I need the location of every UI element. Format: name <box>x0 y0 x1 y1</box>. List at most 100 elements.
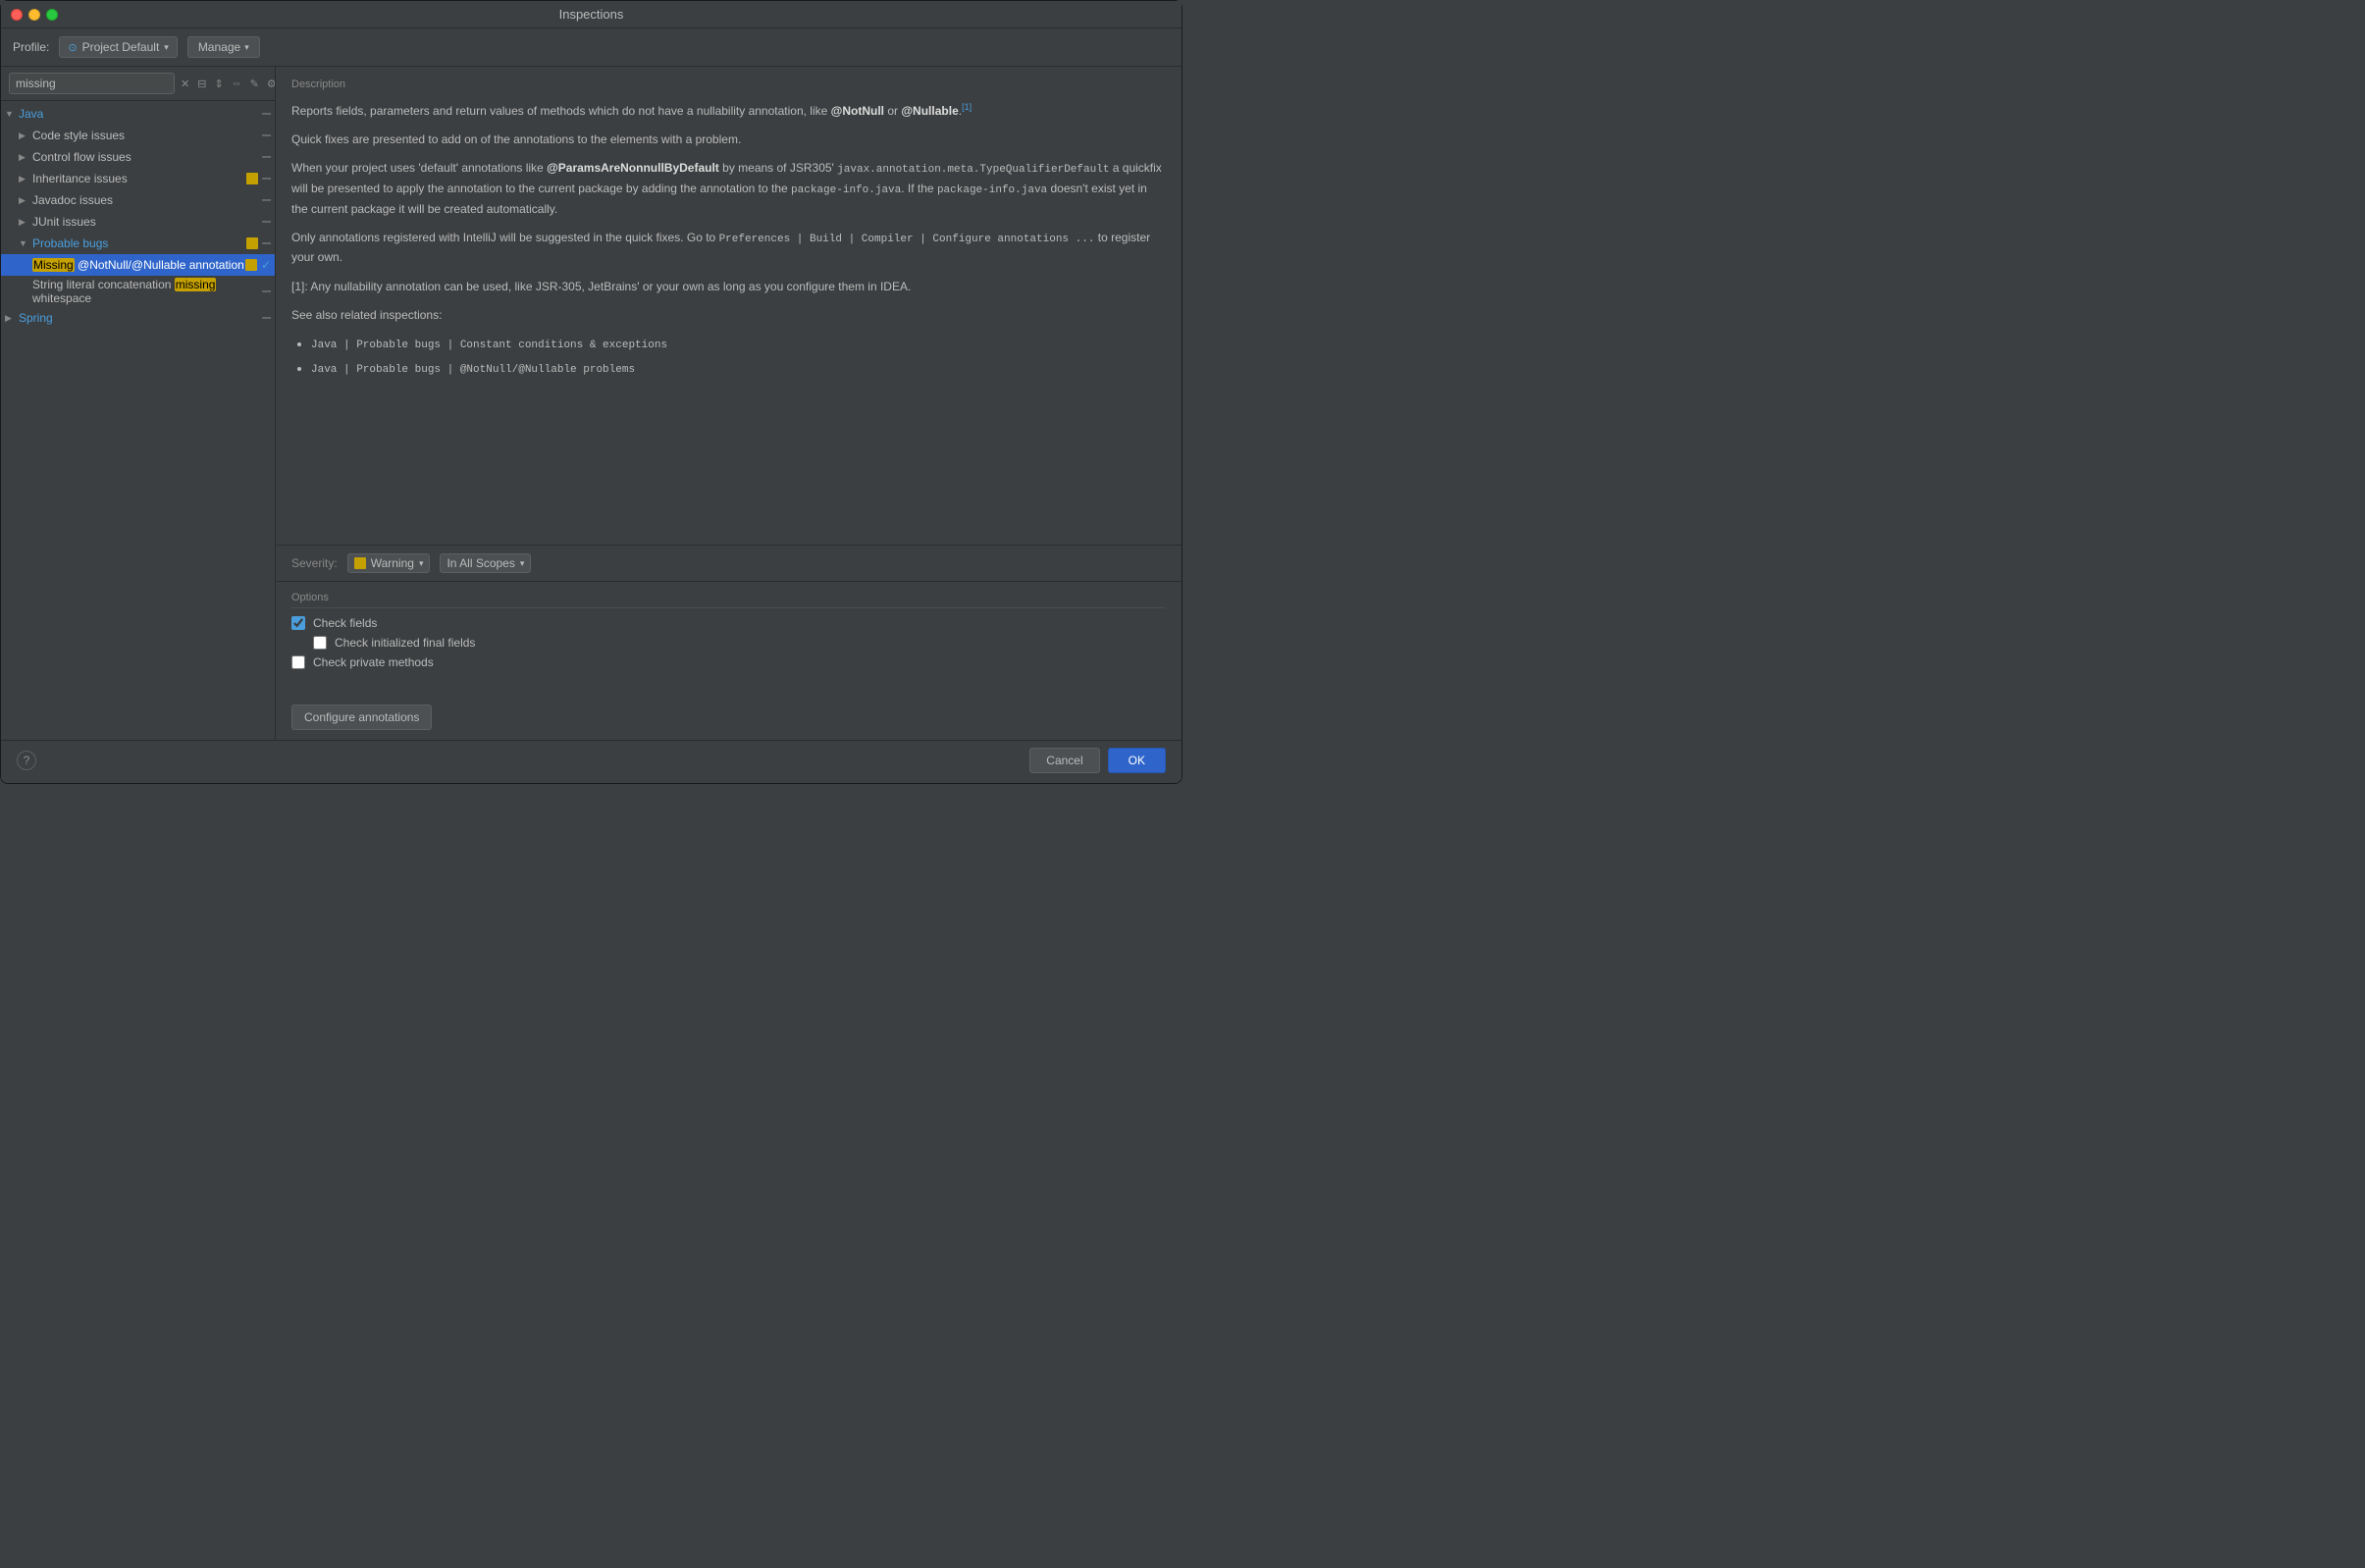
profile-select[interactable]: ⊙ Project Default ▾ <box>59 36 177 58</box>
probable-dash: – <box>262 235 271 251</box>
tree-item-javadoc[interactable]: ▶ Javadoc issues – <box>1 189 275 211</box>
tree-item-spring[interactable]: ▶ Spring – <box>1 307 275 329</box>
scope-select[interactable]: In All Scopes ▾ <box>440 553 531 573</box>
java-expand-icon: ▼ <box>5 109 19 119</box>
search-bar: ✕ ⊟ ⇕ ⇔ ✎ ⚙ <box>1 67 275 101</box>
junit-label: JUnit issues <box>32 215 262 229</box>
tree-item-inheritance[interactable]: ▶ Inheritance issues – <box>1 168 275 189</box>
check-fields-checkbox[interactable] <box>291 616 305 630</box>
probable-bugs-label: Probable bugs <box>32 236 246 250</box>
prefs-code: Preferences | Build | Compiler | Configu… <box>719 234 1095 245</box>
tree-item-probable-bugs[interactable]: ▼ Probable bugs – <box>1 233 275 254</box>
control-flow-expand-icon: ▶ <box>19 152 32 163</box>
right-panel: Description Reports fields, parameters a… <box>276 67 1182 740</box>
toolbar: Profile: ⊙ Project Default ▾ Manage ▾ <box>1 28 1182 67</box>
help-button[interactable]: ? <box>17 751 36 770</box>
scope-dropdown-icon: ▾ <box>520 558 525 569</box>
action-buttons: Cancel OK <box>1029 748 1166 773</box>
related-inspections: Java | Probable bugs | Constant conditio… <box>291 335 1166 379</box>
search-input[interactable] <box>9 73 175 94</box>
severity-dropdown-icon: ▾ <box>419 558 424 569</box>
package-info-code2: package-info.java <box>937 184 1047 196</box>
edit-icon[interactable]: ✎ <box>248 76 261 92</box>
tree-item-control-flow[interactable]: ▶ Control flow issues – <box>1 146 275 168</box>
traffic-lights <box>11 9 58 21</box>
package-info-code: package-info.java <box>791 184 901 196</box>
settings-icon[interactable]: ⚙ <box>265 76 276 92</box>
probable-severity-icon <box>246 237 258 249</box>
minimize-button[interactable] <box>28 9 40 21</box>
configure-annotations-button[interactable]: Configure annotations <box>291 705 432 730</box>
filter-icon[interactable]: ⊟ <box>195 76 208 92</box>
manage-dropdown-icon: ▾ <box>244 42 249 53</box>
profile-value: Project Default <box>82 40 160 54</box>
clear-search-icon[interactable]: ✕ <box>179 76 191 92</box>
expand-all-icon[interactable]: ⇕ <box>212 76 225 92</box>
highlight-missing: Missing <box>32 258 75 272</box>
desc-para-2: Quick fixes are presented to add on of t… <box>291 131 1166 149</box>
left-panel: ✕ ⊟ ⇕ ⇔ ✎ ⚙ ▼ Java – ▶ Code sty <box>1 67 276 740</box>
inheritance-dash: – <box>262 171 271 186</box>
profile-dropdown-icon: ▾ <box>164 42 169 53</box>
tree-item-java[interactable]: ▼ Java – <box>1 103 275 125</box>
tree-item-code-style[interactable]: ▶ Code style issues – <box>1 125 275 146</box>
desc-para-1: Reports fields, parameters and return va… <box>291 100 1166 121</box>
inheritance-expand-icon: ▶ <box>19 174 32 184</box>
tree-item-junit[interactable]: ▶ JUnit issues – <box>1 211 275 233</box>
javadoc-label: Javadoc issues <box>32 193 262 207</box>
warning-dot <box>354 557 366 569</box>
severity-select[interactable]: Warning ▾ <box>347 553 431 573</box>
java-label: Java <box>19 107 262 121</box>
junit-expand-icon: ▶ <box>19 217 32 228</box>
missing-annotation-label: Missing @NotNull/@Nullable annotation <box>32 258 245 272</box>
check-initialized-row: Check initialized final fields <box>291 636 1166 650</box>
related-2: Java | Probable bugs | @NotNull/@Nullabl… <box>311 359 1166 380</box>
manage-button[interactable]: Manage ▾ <box>187 36 260 58</box>
help-icon: ? <box>24 754 30 767</box>
probable-bugs-expand-icon: ▼ <box>19 238 32 248</box>
code-style-expand-icon: ▶ <box>19 131 32 141</box>
notnull-text: @NotNull <box>831 104 884 118</box>
close-button[interactable] <box>11 9 23 21</box>
title-bar: Inspections <box>1 1 1182 28</box>
missing-check-icon: ✓ <box>261 258 271 272</box>
code-style-dash: – <box>262 128 271 143</box>
check-fields-label: Check fields <box>313 616 377 630</box>
ok-button[interactable]: OK <box>1108 748 1166 773</box>
check-initialized-checkbox[interactable] <box>313 636 327 650</box>
nullable-text: @Nullable <box>901 104 958 118</box>
collapse-all-icon[interactable]: ⇔ <box>230 76 244 91</box>
highlight-missing2: missing <box>175 278 217 291</box>
control-flow-dash: – <box>262 149 271 165</box>
tree-item-missing-annotation[interactable]: Missing @NotNull/@Nullable annotation ✓ <box>1 254 275 276</box>
desc-para-5: [1]: Any nullability annotation can be u… <box>291 278 1166 296</box>
string-concat-dash: – <box>262 284 271 299</box>
javadoc-dash: – <box>262 192 271 208</box>
cancel-button[interactable]: Cancel <box>1029 748 1099 773</box>
options-title: Options <box>291 592 1166 608</box>
spring-dash: – <box>262 310 271 326</box>
check-private-row: Check private methods <box>291 655 1166 669</box>
java-dash-icon: – <box>262 106 271 122</box>
description-body: Reports fields, parameters and return va… <box>291 100 1166 379</box>
scope-value: In All Scopes <box>447 556 514 570</box>
severity-value: Warning <box>371 556 414 570</box>
severity-bar: Severity: Warning ▾ In All Scopes ▾ <box>276 546 1182 582</box>
control-flow-label: Control flow issues <box>32 150 262 164</box>
type-qualifier-code: javax.annotation.meta.TypeQualifierDefau… <box>837 164 1109 176</box>
check-private-checkbox[interactable] <box>291 655 305 669</box>
javadoc-expand-icon: ▶ <box>19 195 32 206</box>
options-area: Options Check fields Check initialized f… <box>276 582 1182 740</box>
spring-label: Spring <box>19 311 262 325</box>
code-style-label: Code style issues <box>32 129 262 142</box>
check-fields-row: Check fields <box>291 616 1166 630</box>
tree-item-string-concat[interactable]: String literal concatenation missing whi… <box>1 276 275 307</box>
tree-panel: ▼ Java – ▶ Code style issues – ▶ Control… <box>1 101 275 740</box>
missing-severity-icon <box>245 259 257 271</box>
bottom-bar: ? Cancel OK <box>1 740 1182 779</box>
check-private-label: Check private methods <box>313 655 434 669</box>
desc-para-3: When your project uses 'default' annotat… <box>291 159 1166 218</box>
description-area: Description Reports fields, parameters a… <box>276 67 1182 546</box>
params-bold: @ParamsAreNonnullByDefault <box>547 161 719 175</box>
maximize-button[interactable] <box>46 9 58 21</box>
